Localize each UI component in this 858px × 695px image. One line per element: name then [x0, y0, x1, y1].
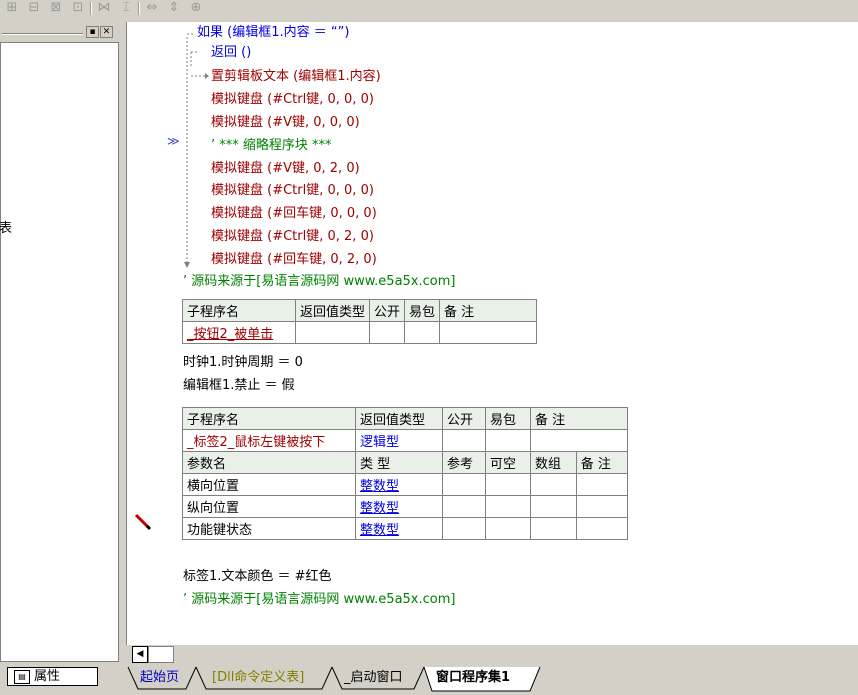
restore-icon[interactable]: ▪	[86, 26, 99, 38]
same-width-icon[interactable]: ⇔	[144, 1, 160, 15]
table-cell[interactable]	[575, 473, 629, 496]
code-line[interactable]: 模拟键盘 (#V键, 0, 2, 0)	[211, 160, 360, 178]
param-name[interactable]: 功能键状态	[182, 517, 356, 540]
table-cell[interactable]	[485, 473, 531, 496]
align-top-icon[interactable]: ⊡	[70, 1, 86, 15]
header-cell: 数组	[530, 451, 577, 474]
code-line[interactable]: 如果 (编辑框1.内容 ＝ “”)	[197, 24, 349, 42]
header-cell: 易包	[404, 299, 441, 322]
subroutine-table[interactable]: 子程序名 返回值类型 公开 易包 备 注 _按钮2_被单击	[182, 299, 538, 344]
code-line[interactable]: 编辑框1.禁止 ＝ 假	[183, 377, 295, 395]
code-line[interactable]: 时钟1.时钟周期 ＝ 0	[183, 354, 303, 372]
subroutine-table[interactable]: 子程序名 返回值类型 公开 易包 备 注 _标签2_鼠标左键被按下 逻辑型 参数…	[182, 407, 629, 540]
left-panel-header: ▪ ✕	[0, 22, 119, 42]
scroll-left-icon[interactable]: ◀	[132, 646, 148, 663]
table-cell[interactable]	[439, 321, 538, 344]
table-cell[interactable]	[294, 321, 371, 344]
header-cell: 参数名	[182, 451, 356, 474]
table-cell[interactable]	[530, 429, 628, 452]
tab-dll-commands[interactable]: [Dll命令定义表]	[212, 667, 304, 689]
code-line[interactable]: ’ *** 缩略程序块 ***	[211, 137, 332, 155]
panel-grip	[2, 33, 83, 35]
header-cell: 备 注	[439, 299, 538, 322]
header-cell: 备 注	[575, 451, 629, 474]
table-cell[interactable]	[530, 473, 577, 496]
table-cell[interactable]	[369, 321, 406, 344]
close-icon[interactable]: ✕	[100, 26, 113, 38]
tab-window-assembly[interactable]: 窗口程序集1	[436, 667, 510, 689]
param-name[interactable]: 纵向位置	[182, 495, 356, 518]
header-cell: 易包	[485, 407, 531, 430]
table-cell[interactable]	[442, 517, 486, 540]
left-panel: ▪ ✕ 表	[0, 22, 119, 662]
header-cell: 返回值类型	[355, 407, 443, 430]
align-bottom-icon[interactable]: ⌶	[118, 1, 134, 15]
properties-icon: ▤	[14, 670, 30, 684]
header-cell: 类 型	[355, 451, 443, 474]
header-cell: 备 注	[530, 407, 628, 430]
left-panel-content: 表	[0, 42, 119, 662]
table-cell[interactable]	[530, 517, 577, 540]
scroll-thumb[interactable]	[148, 646, 174, 663]
subroutine-name[interactable]: _标签2_鼠标左键被按下	[182, 429, 356, 452]
header-cell: 参考	[442, 451, 486, 474]
table-cell[interactable]	[485, 429, 531, 452]
code-line[interactable]: 模拟键盘 (#Ctrl键, 0, 0, 0)	[211, 182, 374, 200]
code-line[interactable]: 标签1.文本颜色 ＝ #红色	[183, 568, 332, 586]
tab-startup-window[interactable]: _启动窗口	[344, 667, 403, 689]
pencil-icon	[134, 513, 152, 531]
table-cell[interactable]	[485, 495, 531, 518]
code-line[interactable]: 模拟键盘 (#Ctrl键, 0, 0, 0)	[211, 91, 374, 109]
header-cell: 公开	[369, 299, 406, 322]
param-name[interactable]: 横向位置	[182, 473, 356, 496]
align-center-icon[interactable]: ⊟	[26, 1, 42, 15]
panel-partial-label: 表	[0, 221, 13, 236]
table-cell[interactable]	[530, 495, 577, 518]
align-middle-icon[interactable]: ⋈	[96, 1, 112, 15]
properties-tab-label: 属性	[34, 669, 61, 684]
comment-line[interactable]: ’ 源码来源于[易语言源码网 www.e5a5x.com]	[183, 273, 455, 291]
header-cell: 可空	[485, 451, 531, 474]
collapsed-block-icon[interactable]: ≫	[167, 134, 180, 148]
code-editor[interactable]: ≫ 如果 (编辑框1.内容 ＝ “”) 返回 () 置剪辑板文本 (编辑框1.内…	[126, 22, 858, 645]
param-type[interactable]: 整数型	[355, 473, 443, 496]
code-line[interactable]: 模拟键盘 (#回车键, 0, 0, 0)	[211, 205, 377, 223]
table-cell[interactable]	[404, 321, 441, 344]
horizontal-scrollbar[interactable]: ◀	[130, 645, 858, 663]
return-type[interactable]: 逻辑型	[355, 429, 443, 452]
table-cell[interactable]	[442, 429, 486, 452]
document-tabs: 起始页 [Dll命令定义表] _启动窗口 窗口程序集1	[126, 665, 858, 695]
code-line[interactable]: 模拟键盘 (#回车键, 0, 2, 0)	[211, 251, 377, 269]
subroutine-name[interactable]: _按钮2_被单击	[182, 321, 296, 344]
table-cell[interactable]	[575, 517, 629, 540]
code-line[interactable]: 模拟键盘 (#Ctrl键, 0, 2, 0)	[211, 228, 374, 246]
table-cell[interactable]	[575, 495, 629, 518]
code-line[interactable]: 置剪辑板文本 (编辑框1.内容)	[211, 68, 381, 86]
align-right-icon[interactable]: ⊠	[48, 1, 64, 15]
table-cell[interactable]	[442, 473, 486, 496]
align-left-icon[interactable]: ⊞	[4, 1, 20, 15]
header-cell: 子程序名	[182, 299, 296, 322]
param-type[interactable]: 整数型	[355, 495, 443, 518]
header-cell: 返回值类型	[294, 299, 371, 322]
code-line[interactable]: 模拟键盘 (#V键, 0, 0, 0)	[211, 114, 360, 132]
same-size-icon[interactable]: ⊕	[188, 1, 204, 15]
param-type[interactable]: 整数型	[355, 517, 443, 540]
header-cell: 公开	[442, 407, 486, 430]
tab-start-page[interactable]: 起始页	[140, 667, 179, 689]
comment-line[interactable]: ’ 源码来源于[易语言源码网 www.e5a5x.com]	[183, 591, 455, 609]
table-cell[interactable]	[485, 517, 531, 540]
toolbar-separator	[90, 2, 92, 15]
alignment-toolbar: ⊞ ⊟ ⊠ ⊡ ⋈ ⌶ ⇔ ⇕ ⊕	[0, 0, 858, 18]
toolbar-separator	[138, 2, 140, 15]
properties-tab[interactable]: ▤ 属性	[7, 667, 98, 686]
table-cell[interactable]	[442, 495, 486, 518]
header-cell: 子程序名	[182, 407, 356, 430]
code-line[interactable]: 返回 ()	[211, 44, 251, 62]
same-height-icon[interactable]: ⇕	[166, 1, 182, 15]
